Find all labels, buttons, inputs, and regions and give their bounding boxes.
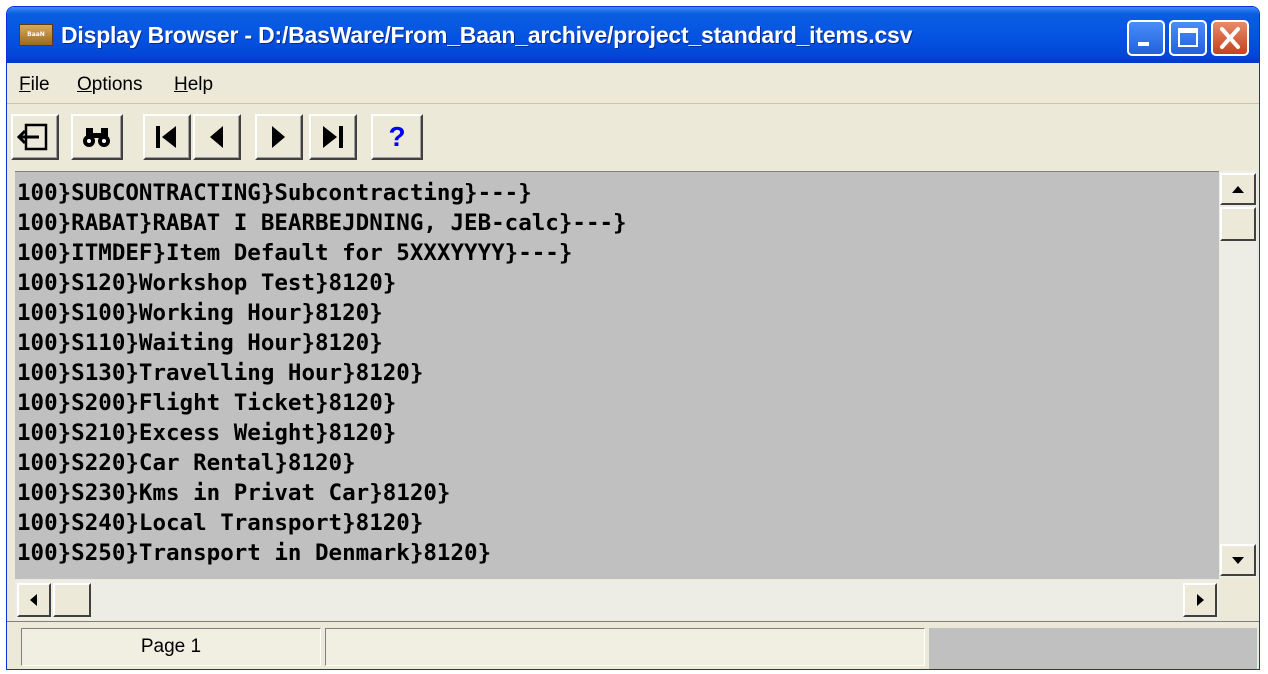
content-line: 100}ITMDEF}Item Default for 5XXXYYYY}---…: [17, 240, 573, 266]
status-page: Page 1: [21, 628, 321, 666]
toolbar: ?: [7, 104, 1259, 174]
previous-record-button[interactable]: [193, 114, 241, 160]
vertical-scrollbar[interactable]: [1219, 171, 1257, 578]
horizontal-scrollbar[interactable]: [15, 580, 1219, 620]
help-button[interactable]: ?: [371, 114, 423, 160]
content-line: 100}S230}Kms in Privat Car}8120}: [17, 480, 451, 506]
content-line: 100}S250}Transport in Denmark}8120}: [17, 540, 492, 566]
next-record-icon: [272, 126, 285, 148]
last-record-icon: [323, 126, 343, 148]
content-line: 100}S130}Travelling Hour}8120}: [17, 360, 424, 386]
arrow-down-icon: [1232, 557, 1244, 564]
next-record-button[interactable]: [255, 114, 303, 160]
horizontal-scroll-thumb[interactable]: [53, 583, 91, 617]
find-button[interactable]: [71, 114, 123, 160]
scroll-up-button[interactable]: [1220, 173, 1256, 205]
content-line: 100}S220}Car Rental}8120}: [17, 450, 356, 476]
arrow-left-icon: [30, 594, 37, 606]
arrow-right-icon: [1197, 594, 1204, 606]
content-line: 100}S240}Local Transport}8120}: [17, 510, 424, 536]
scroll-left-button[interactable]: [17, 583, 51, 617]
exit-button[interactable]: [11, 114, 59, 160]
scroll-down-button[interactable]: [1220, 544, 1256, 576]
content-line: 100}S200}Flight Ticket}8120}: [17, 390, 397, 416]
minimize-icon: [1138, 42, 1149, 46]
minimize-button[interactable]: [1127, 20, 1165, 56]
status-bar: Page 1: [7, 621, 1259, 669]
title-bar[interactable]: BaaN Display Browser - D:/BasWare/From_B…: [7, 7, 1259, 63]
menu-options[interactable]: Options: [77, 74, 142, 96]
window-title: Display Browser - D:/BasWare/From_Baan_a…: [61, 22, 913, 48]
content-line: 100}SUBCONTRACTING}Subcontracting}---}: [17, 180, 532, 206]
maximize-icon: [1178, 28, 1198, 47]
first-record-icon: [156, 126, 176, 148]
content-line: 100}RABAT}RABAT I BEARBEJDNING, JEB-calc…: [17, 210, 627, 236]
help-icon: ?: [388, 121, 406, 152]
file-content-view[interactable]: 100}SUBCONTRACTING}Subcontracting}---} 1…: [15, 171, 1219, 579]
maximize-button[interactable]: [1169, 20, 1207, 56]
menu-bar: File Options Help: [7, 63, 1259, 104]
status-message: [325, 628, 925, 666]
find-icon: [83, 128, 110, 147]
content-line: 100}S120}Workshop Test}8120}: [17, 270, 397, 296]
last-record-button[interactable]: [309, 114, 357, 160]
content-line: 100}S100}Working Hour}8120}: [17, 300, 383, 326]
app-icon: BaaN: [19, 24, 53, 46]
content-line: 100}S110}Waiting Hour}8120}: [17, 330, 383, 356]
menu-help[interactable]: Help: [174, 74, 213, 96]
browser-window: BaaN Display Browser - D:/BasWare/From_B…: [6, 6, 1260, 670]
close-button[interactable]: [1211, 20, 1249, 56]
scroll-right-button[interactable]: [1183, 583, 1217, 617]
content-line: 100}S210}Excess Weight}8120}: [17, 420, 397, 446]
arrow-up-icon: [1232, 186, 1244, 193]
scrollbar-corner: [1219, 580, 1257, 620]
menu-file[interactable]: File: [19, 74, 50, 96]
first-record-button[interactable]: [143, 114, 191, 160]
previous-record-icon: [210, 126, 223, 148]
vertical-scroll-thumb[interactable]: [1220, 207, 1256, 241]
close-icon: [1220, 27, 1240, 49]
status-filler: [929, 628, 1257, 669]
exit-icon: [16, 123, 48, 151]
